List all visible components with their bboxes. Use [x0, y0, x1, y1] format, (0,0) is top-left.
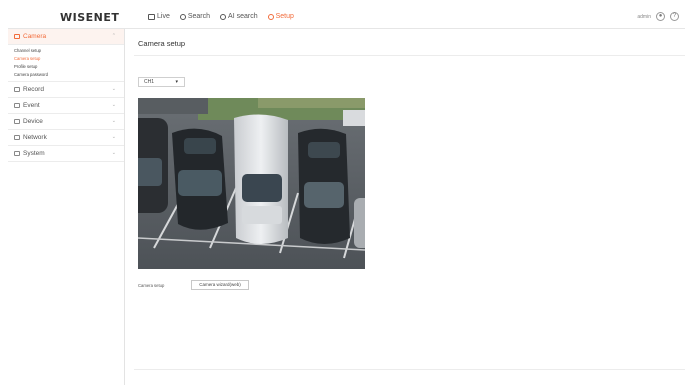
nav-live[interactable]: Live	[148, 13, 170, 20]
sidebar-item-camera-setup[interactable]: Camera setup	[8, 55, 124, 63]
camera-submenu: Channel setup Camera setup Profile setup…	[8, 45, 124, 82]
sidebar-item-profile-setup[interactable]: Profile setup	[8, 63, 124, 71]
nav-search[interactable]: Search	[179, 13, 211, 20]
camera-icon	[14, 34, 20, 39]
channel-select-value: CH1	[144, 79, 155, 85]
sidebar-group-label: Event	[23, 102, 40, 109]
camera-preview	[138, 98, 365, 269]
sidebar-group-camera[interactable]: Camera ⌃	[8, 29, 124, 45]
chevron-down-icon: ⌄	[111, 134, 116, 140]
device-icon	[14, 119, 20, 124]
sidebar-group-record[interactable]: Record ⌄	[8, 82, 124, 98]
sidebar-item-camera-password[interactable]: Camera password	[8, 71, 124, 79]
logo: WISENET	[60, 11, 120, 24]
camera-wizard-button[interactable]: Camera wizard(web)	[191, 280, 249, 290]
chevron-down-icon: ⌄	[111, 150, 116, 156]
camera-setup-label: Camera setup	[138, 283, 165, 288]
chevron-down-icon: ⌄	[111, 86, 116, 92]
divider	[134, 369, 685, 370]
main-nav: Live Search AI search Setup	[148, 13, 294, 20]
sidebar-group-event[interactable]: Event ⌄	[8, 98, 124, 114]
nav-ai-search-label: AI search	[228, 13, 258, 20]
nav-live-label: Live	[157, 13, 170, 20]
help-icon[interactable]: ?	[670, 12, 679, 21]
monitor-icon	[148, 13, 155, 20]
user-icon[interactable]: ●	[656, 12, 665, 21]
header-tools: admin ● ?	[637, 12, 679, 21]
bell-icon	[14, 103, 20, 108]
ai-search-icon	[220, 13, 227, 20]
channel-select[interactable]: CH1 ▾	[138, 77, 185, 87]
sidebar-group-network[interactable]: Network ⌄	[8, 130, 124, 146]
nav-setup-label: Setup	[275, 13, 294, 20]
sidebar-group-system[interactable]: System ⌄	[8, 146, 124, 162]
chevron-down-icon: ⌄	[111, 118, 116, 124]
parking-lot-image	[138, 98, 365, 269]
chevron-down-icon: ⌄	[111, 102, 116, 108]
network-icon	[14, 135, 20, 140]
page-title: Camera setup	[138, 39, 186, 48]
app-frame: WISENET Live Search AI search Setup admi…	[8, 8, 685, 385]
sidebar-group-label: System	[23, 150, 45, 157]
caret-down-icon: ▾	[175, 79, 178, 85]
sidebar: Camera ⌃ Channel setup Camera setup Prof…	[8, 29, 125, 385]
sidebar-group-label: Device	[23, 118, 43, 125]
user-name: admin	[637, 13, 651, 20]
top-bar: WISENET Live Search AI search Setup admi…	[8, 8, 685, 29]
sidebar-group-label: Record	[23, 86, 44, 93]
search-icon	[179, 13, 186, 20]
system-icon	[14, 151, 20, 156]
sidebar-group-device[interactable]: Device ⌄	[8, 114, 124, 130]
sidebar-group-label: Network	[23, 134, 47, 141]
record-icon	[14, 87, 20, 92]
sidebar-item-channel-setup[interactable]: Channel setup	[8, 47, 124, 55]
nav-ai-search[interactable]: AI search	[220, 13, 258, 20]
gear-icon	[267, 13, 274, 20]
nav-setup[interactable]: Setup	[267, 13, 294, 20]
divider	[134, 55, 685, 56]
chevron-up-icon: ⌃	[111, 33, 116, 39]
main-panel: Camera setup CH1 ▾ Camera setup Camera w…	[125, 29, 685, 385]
nav-search-label: Search	[187, 13, 211, 20]
sidebar-group-label: Camera	[23, 33, 47, 40]
